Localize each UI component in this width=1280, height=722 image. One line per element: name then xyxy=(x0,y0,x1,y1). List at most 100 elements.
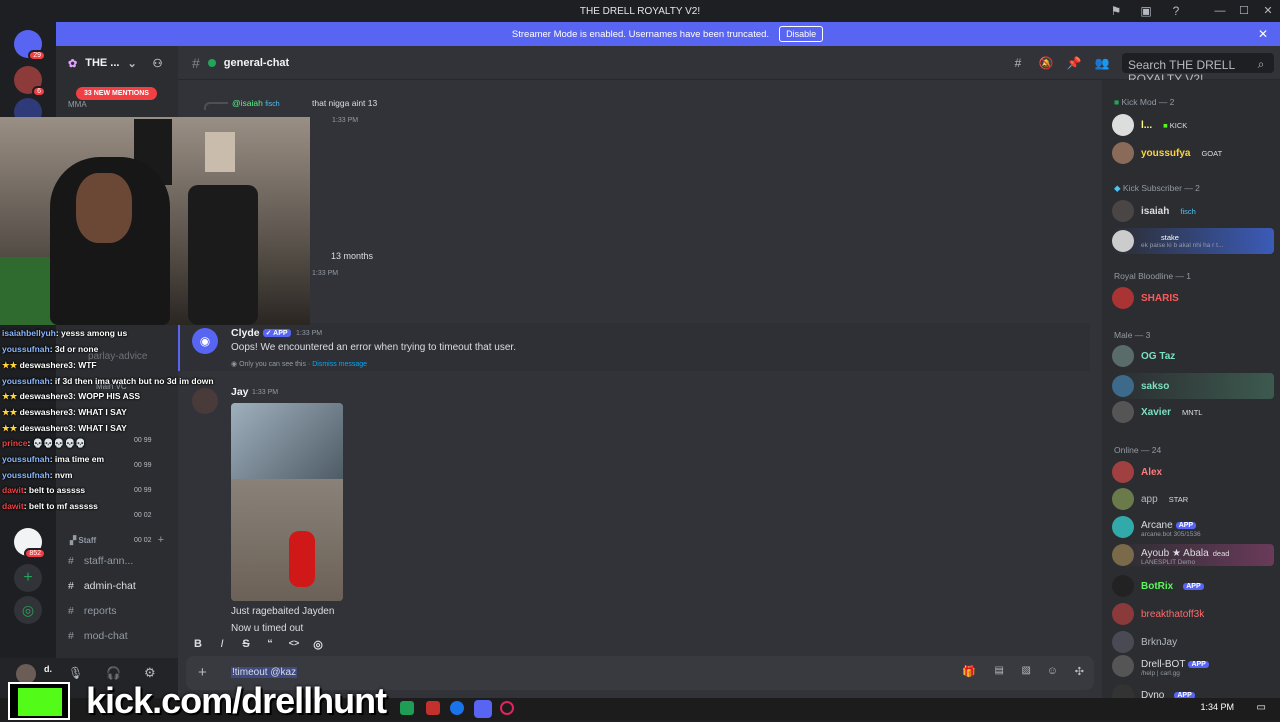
chat-text: : 💀💀💀💀💀 xyxy=(27,438,86,448)
role-header: Royal Bloodline — 1 xyxy=(1114,271,1192,281)
member-item[interactable]: Drell-BOT APP/help | carl.gg xyxy=(1112,655,1209,677)
chat-text: : belt to asssss xyxy=(23,485,86,495)
message-image[interactable] xyxy=(231,403,343,601)
dismiss-message-link[interactable]: Dismiss message xyxy=(312,361,367,368)
window-title: THE DRELL ROYALTY V2! xyxy=(579,5,701,17)
channel-item-staff-announcements[interactable]: # staff-ann... xyxy=(68,555,133,567)
member-item[interactable]: sakso xyxy=(1112,373,1274,399)
spoiler-button[interactable]: ◎ xyxy=(312,638,324,651)
role-header: ■ Kick Mod — 2 xyxy=(1114,97,1175,107)
message-text: Oops! We encountered an error when tryin… xyxy=(231,342,516,353)
member-item[interactable]: Ayoub ★ Abala dead LANESPLIT Demo xyxy=(1112,544,1274,566)
disable-button[interactable]: Disable xyxy=(779,26,824,42)
discover-icon[interactable]: ◎ xyxy=(14,596,42,624)
pin-icon[interactable]: 📌 xyxy=(1066,56,1082,70)
apps-icon[interactable]: ✣ xyxy=(1075,665,1084,678)
chat-line: dawit: belt to asssss xyxy=(2,485,85,495)
chat-text: : yesss among us xyxy=(55,328,128,338)
member-item[interactable]: OG Taz xyxy=(1112,345,1175,367)
channel-item-mod-chat[interactable]: # mod-chat xyxy=(68,630,128,642)
member-item[interactable]: Arcane APP arcane.bot 305/1536 xyxy=(1112,516,1201,538)
close-window-button[interactable]: ✕ xyxy=(1256,0,1280,22)
member-name: Arcane xyxy=(1141,519,1173,531)
add-channel-icon[interactable]: + xyxy=(158,534,164,546)
server-header[interactable]: ✿ THE ... ⌄ ⚇ xyxy=(56,46,178,80)
member-item[interactable]: BrknJay xyxy=(1112,631,1177,653)
message-input[interactable]: !timeout @kaz xyxy=(231,667,298,678)
chat-user: prince xyxy=(2,438,28,448)
kick-overlay: kick.com/drellhunt xyxy=(0,680,400,721)
avatar xyxy=(1112,516,1134,538)
subscription-length: 13 months xyxy=(331,251,374,261)
clock[interactable]: 1:34 PM xyxy=(1200,702,1234,712)
gear-icon[interactable]: ⚙ xyxy=(144,665,156,681)
strikethrough-button[interactable]: S xyxy=(240,638,252,651)
member-item[interactable]: SHARIS xyxy=(1112,287,1179,309)
gaming-chair xyxy=(188,185,258,325)
note-text: Only you can see this xyxy=(239,361,306,368)
app-icon[interactable] xyxy=(400,701,414,715)
italic-button[interactable]: I xyxy=(216,638,228,651)
minimize-button[interactable]: — xyxy=(1208,0,1232,22)
channel-item-reports[interactable]: # reports xyxy=(68,605,117,617)
home-icon[interactable]: 29 xyxy=(14,30,46,61)
emoji-icon[interactable]: ☺ xyxy=(1047,665,1058,677)
notification-bell-icon[interactable]: 🔕 xyxy=(1038,56,1054,70)
help-icon[interactable]: ? xyxy=(1168,3,1184,19)
threads-icon[interactable]: # xyxy=(1010,56,1026,70)
server-icon[interactable]: 6 xyxy=(14,66,46,97)
screen-icon[interactable]: ▣ xyxy=(1138,3,1154,19)
avatar xyxy=(1112,401,1134,423)
member-list-icon[interactable]: 👥 xyxy=(1094,56,1110,70)
reply-text[interactable]: that nigga aint 13 xyxy=(312,98,377,108)
discord-icon[interactable] xyxy=(474,700,492,718)
chat-text: : WHAT I SAY xyxy=(73,423,127,433)
member-tag: ■ KICK xyxy=(1163,120,1188,130)
new-mentions-pill[interactable]: 33 NEW MENTIONS xyxy=(76,87,157,100)
sticker-icon[interactable]: ▧ xyxy=(1022,665,1031,676)
notification-icon[interactable]: ▭ xyxy=(1257,702,1266,713)
member-item[interactable]: Xavier MNTL xyxy=(1112,401,1202,423)
hash-icon: # xyxy=(68,630,74,642)
maximize-button[interactable]: ☐ xyxy=(1232,0,1256,22)
gif-icon[interactable]: ▤ xyxy=(995,665,1004,676)
banner-message: Streamer Mode is enabled. Usernames have… xyxy=(511,28,770,40)
member-item[interactable]: isaiah fisch xyxy=(1112,200,1196,222)
quote-button[interactable]: “ xyxy=(264,638,276,651)
chat-line: ★★ deswashere3: WHAT I SAY xyxy=(2,423,127,433)
member-name: BrknJay xyxy=(1141,636,1178,648)
category-label[interactable]: MMA xyxy=(68,100,87,109)
inbox-icon[interactable]: ⚑ xyxy=(1108,3,1124,19)
close-icon[interactable]: ✕ xyxy=(1258,27,1268,41)
gift-icon[interactable]: 🎁 xyxy=(962,665,976,678)
search-input[interactable]: Search THE DRELL ROYALTY V2! ⌕ xyxy=(1122,53,1274,86)
member-item[interactable]: breakthatoff3k xyxy=(1112,603,1204,625)
app-icon[interactable] xyxy=(426,701,440,715)
staff-category[interactable]: ▞ Staff xyxy=(70,536,96,545)
member-name: app xyxy=(1141,493,1158,505)
channel-item-admin-chat[interactable]: # admin-chat xyxy=(68,580,136,592)
add-member-icon[interactable]: ⚇ xyxy=(153,57,163,70)
streamer-face xyxy=(76,173,132,243)
app-icon[interactable] xyxy=(500,701,514,715)
member-item[interactable]: app STAR xyxy=(1112,488,1188,510)
reply-author[interactable]: @isaiah fisch xyxy=(232,98,280,108)
browser-icon[interactable] xyxy=(450,701,464,715)
unread-badge: 6 xyxy=(32,86,46,97)
code-button[interactable]: <> xyxy=(288,638,300,651)
member-item[interactable]: stake ek paise ki b akal nhi ha r t... xyxy=(1112,228,1274,254)
bold-button[interactable]: B xyxy=(192,638,204,651)
app-badge: APP xyxy=(1183,582,1204,590)
headphones-icon[interactable]: 🎧 xyxy=(106,666,121,680)
member-item[interactable]: l... ■ KICK xyxy=(1112,114,1187,136)
member-item[interactable]: BotRix APP xyxy=(1112,575,1204,597)
member-item[interactable]: youssufya GOAT xyxy=(1112,142,1222,164)
add-server-icon[interactable]: + xyxy=(14,564,42,592)
microphone-icon[interactable]: 🎙 xyxy=(68,666,83,680)
count: 00 xyxy=(134,537,142,544)
add-attachment-icon[interactable]: + xyxy=(198,664,207,681)
header-toolbar: # 🔕 📌 👥 Search THE DRELL ROYALTY V2! ⌕ xyxy=(1010,46,1280,86)
role-header: Online — 24 xyxy=(1114,445,1162,455)
chat-user: deswashere3 xyxy=(19,423,74,433)
member-item[interactable]: Alex xyxy=(1112,461,1162,483)
